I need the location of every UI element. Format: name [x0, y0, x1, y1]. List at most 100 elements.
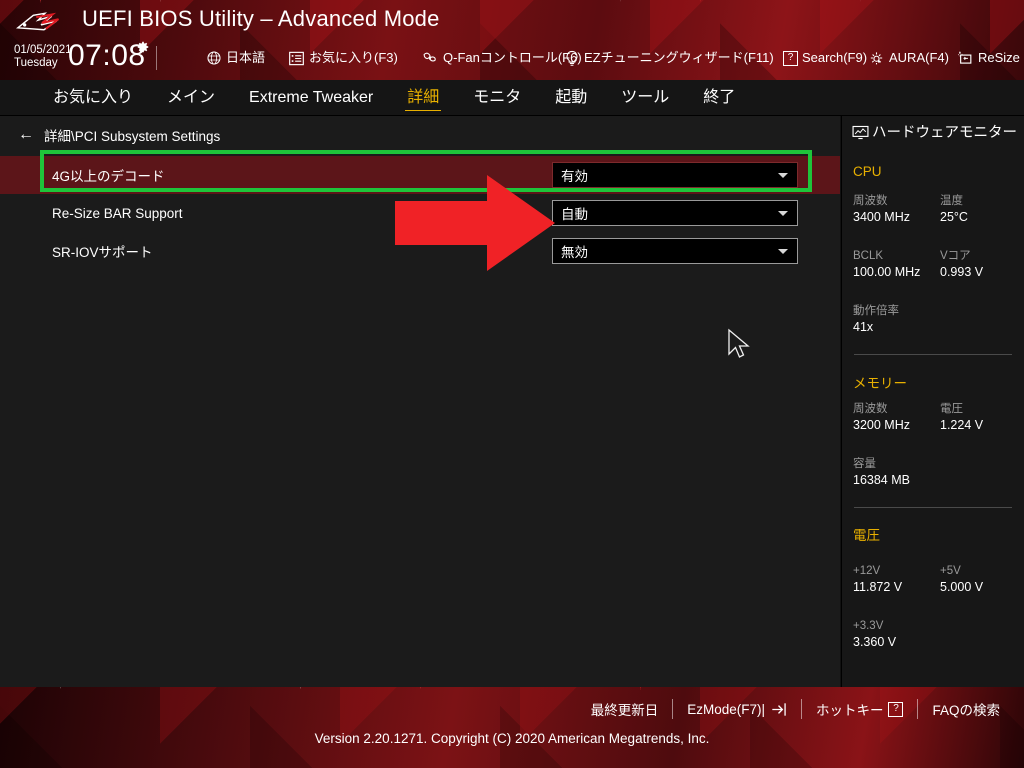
header-item-qfan-label: Q-Fanコントロール(F6) [443, 50, 582, 65]
hw-key: 容量 [853, 458, 876, 470]
globe-icon [207, 51, 221, 65]
monitor-icon [852, 125, 869, 140]
nav-tab-bar: お気に入り メイン Extreme Tweaker 詳細 モニタ 起動 ツール … [0, 80, 1024, 116]
footer-item-hotkeys[interactable]: ホットキー ? [802, 699, 918, 719]
fan-icon [423, 52, 436, 62]
hw-field-cpu-frequency: 周波数 3400 MHz [853, 194, 910, 226]
hw-key: 周波数 [853, 403, 888, 415]
hw-value: 100.00 MHz [853, 265, 921, 279]
title-banner: UEFI BIOS Utility – Advanced Mode 01/05/… [0, 0, 1024, 80]
header-item-favorites[interactable]: お気に入り(F3) [288, 45, 398, 71]
tab-main[interactable]: メイン [150, 80, 232, 116]
hw-key: +12V [853, 565, 881, 577]
header-item-eztuning[interactable]: EZチューニングウィザード(F11) [564, 45, 774, 71]
question-box-icon: ? [888, 701, 904, 717]
tab-advanced[interactable]: 詳細 [390, 80, 456, 116]
setting-dropdown-sr-iov-support[interactable]: 無効 [552, 238, 798, 264]
hw-field-cpu-temperature: 温度 25°C [940, 194, 968, 226]
red-arrow-annotation [395, 175, 555, 271]
tab-exit[interactable]: 終了 [686, 80, 752, 116]
hw-value: 1.224 V [940, 418, 984, 432]
hw-value: 5.000 V [940, 580, 984, 594]
hw-value: 25°C [940, 210, 968, 224]
dropdown-value: 無効 [561, 245, 588, 260]
datetime-display: 01/05/2021 Tuesday [14, 44, 72, 70]
hw-section-memory: メモリー [853, 376, 907, 391]
hw-field-3-3v: +3.3V 3.360 V [853, 619, 896, 651]
header-item-resize[interactable]: ReSize [956, 45, 1020, 71]
hw-section-cpu: CPU [853, 164, 882, 179]
arrow-into-icon [772, 702, 786, 716]
setting-label: SR-IOVサポート [52, 245, 153, 260]
hw-key: Vコア [940, 250, 971, 262]
header-item-search-label: Search(F9) [802, 50, 868, 65]
hw-value: 3400 MHz [853, 210, 910, 224]
hw-value: 0.993 V [940, 265, 984, 279]
footer-item-faq-search-label: FAQの検索 [932, 703, 1000, 718]
hw-field-5v: +5V 5.000 V [940, 564, 983, 596]
hw-key: +3.3V [853, 620, 884, 632]
nav-tabs: お気に入り メイン Extreme Tweaker 詳細 モニタ 起動 ツール … [36, 80, 752, 116]
mouse-pointer-icon [728, 328, 750, 358]
footer-item-ez-mode-label: EzMode(F7)| [687, 701, 765, 717]
hw-key: BCLK [853, 250, 884, 262]
hw-field-vcore: Vコア 0.993 V [940, 249, 983, 281]
hw-key: 温度 [940, 195, 963, 207]
header-item-language-label: 日本語 [226, 50, 266, 65]
setting-label: 4G以上のデコード [52, 169, 165, 184]
header-item-search[interactable]: ? Search(F9) [783, 45, 867, 71]
rog-logo [15, 12, 60, 31]
back-arrow-icon[interactable]: ← [18, 127, 34, 143]
hw-key: 周波数 [853, 195, 888, 207]
hw-value: 41x [853, 320, 874, 334]
hw-section-voltage: 電圧 [853, 528, 880, 543]
hardware-monitor-title-label: ハードウェアモニター [872, 125, 1017, 141]
clock-text: 07:08 [68, 39, 146, 72]
tab-boot[interactable]: 起動 [538, 80, 604, 116]
header-item-qfan[interactable]: Q-Fanコントロール(F6) [421, 45, 582, 71]
resize-icon [958, 51, 972, 64]
hw-field-memory-voltage: 電圧 1.224 V [940, 402, 983, 434]
tab-extreme-tweaker[interactable]: Extreme Tweaker [232, 80, 390, 116]
hw-value: 3.360 V [853, 635, 897, 649]
footer-bar: 最終更新日 EzMode(F7)| ホットキー ? FAQの検索 Version… [0, 687, 1024, 768]
footer-item-ez-mode[interactable]: EzMode(F7)| [673, 702, 801, 717]
chevron-down-icon [778, 249, 788, 254]
list-icon [289, 51, 304, 65]
gear-icon[interactable] [136, 40, 150, 54]
header-item-aura[interactable]: AURA(F4) [868, 45, 949, 71]
tab-tool[interactable]: ツール [604, 80, 686, 116]
bios-screen: UEFI BIOS Utility – Advanced Mode 01/05/… [0, 0, 1024, 768]
hw-field-12v: +12V 11.872 V [853, 564, 902, 596]
footer-menu: 最終更新日 EzMode(F7)| ホットキー ? FAQの検索 [577, 699, 1014, 719]
version-text: Version 2.20.1271. Copyright (C) 2020 Am… [314, 731, 710, 746]
hw-field-cpu-ratio: 動作倍率 41x [853, 304, 899, 336]
hw-field-memory-frequency: 周波数 3200 MHz [853, 402, 910, 434]
footer-item-faq-search[interactable]: FAQの検索 [918, 699, 1014, 719]
tab-favorites[interactable]: お気に入り [36, 80, 150, 116]
question-box-icon: ? [783, 50, 798, 66]
header-item-language[interactable]: 日本語 [206, 45, 265, 71]
weekday-text: Tuesday [14, 57, 58, 69]
hw-value: 16384 MB [853, 473, 910, 487]
setting-dropdown-above-4g-decoding[interactable]: 有効 [552, 162, 798, 188]
breadcrumb-label: 詳細\PCI Subsystem Settings [44, 129, 221, 144]
hw-value: 11.872 V [853, 580, 903, 594]
hardware-monitor-title: ハードウェアモニター [852, 124, 1020, 143]
header-item-resize-label: ReSize [978, 50, 1020, 65]
hw-key: 電圧 [940, 403, 963, 415]
hw-key: 動作倍率 [853, 305, 899, 317]
aura-icon [870, 52, 883, 65]
setting-label: Re-Size BAR Support [52, 205, 183, 221]
footer-item-last-modified[interactable]: 最終更新日 [577, 699, 673, 719]
page-title: UEFI BIOS Utility – Advanced Mode [82, 6, 440, 31]
dropdown-value: 有効 [561, 169, 588, 184]
header-item-eztuning-label: EZチューニングウィザード(F11) [584, 50, 774, 65]
date-text: 01/05/2021 [14, 44, 72, 56]
dropdown-value: 自動 [561, 207, 588, 222]
hw-key: +5V [940, 565, 961, 577]
tab-monitor[interactable]: モニタ [456, 80, 538, 116]
breadcrumb[interactable]: ← 詳細\PCI Subsystem Settings [18, 124, 220, 146]
hw-field-memory-capacity: 容量 16384 MB [853, 457, 910, 489]
setting-dropdown-resize-bar-support[interactable]: 自動 [552, 200, 798, 226]
